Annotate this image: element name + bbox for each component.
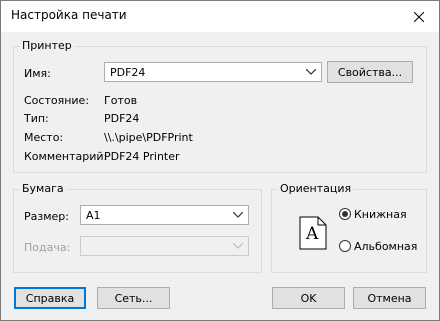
orientation-group: Ориентация A Книжная Альбомная <box>271 182 427 273</box>
ok-button[interactable]: OK <box>272 287 345 309</box>
printer-name-value: PDF24 <box>110 66 146 79</box>
paper-size-label: Размер: <box>24 210 69 223</box>
orientation-group-label: Ориентация <box>278 182 354 195</box>
network-button[interactable]: Сеть... <box>97 287 170 309</box>
paper-group: Бумага Размер: A1 Подача: <box>13 182 262 273</box>
printer-name-select[interactable]: PDF24 <box>104 62 322 82</box>
comment-value: PDF24 Printer <box>104 150 180 163</box>
landscape-radio[interactable] <box>339 240 351 252</box>
portrait-label[interactable]: Книжная <box>354 208 407 221</box>
printer-group-label: Принтер <box>20 39 74 52</box>
paper-size-select[interactable]: A1 <box>80 205 249 225</box>
location-value: \\.\pipe\PDFPrint <box>104 131 193 144</box>
printer-group: Принтер Имя: PDF24 Свойства... Состояние… <box>13 39 427 173</box>
preview-letter: A <box>306 224 319 244</box>
comment-label: Комментарий: <box>24 150 108 163</box>
title-bar: Настройка печати <box>1 1 439 32</box>
help-button[interactable]: Справка <box>14 287 86 309</box>
chevron-down-icon <box>233 243 243 249</box>
type-label: Тип: <box>24 112 49 125</box>
chevron-down-icon <box>306 69 316 75</box>
paper-source-label: Подача: <box>24 241 71 254</box>
status-label: Состояние: <box>24 94 90 107</box>
location-label: Место: <box>24 131 64 144</box>
properties-button[interactable]: Свойства... <box>327 61 413 83</box>
cancel-button[interactable]: Отмена <box>353 287 426 309</box>
print-setup-dialog: Настройка печати Принтер Имя: PDF24 Свой… <box>0 0 440 321</box>
close-button[interactable] <box>399 1 439 32</box>
close-icon <box>414 11 424 22</box>
paper-source-select[interactable] <box>80 236 249 256</box>
paper-size-value: A1 <box>86 209 101 222</box>
paper-group-label: Бумага <box>20 182 66 195</box>
type-value: PDF24 <box>104 112 140 125</box>
chevron-down-icon <box>233 212 243 218</box>
landscape-label[interactable]: Альбомная <box>354 240 417 253</box>
status-value: Готов <box>104 94 138 107</box>
portrait-radio[interactable] <box>339 208 351 220</box>
printer-name-label: Имя: <box>24 67 51 80</box>
window-title: Настройка печати <box>11 8 127 22</box>
